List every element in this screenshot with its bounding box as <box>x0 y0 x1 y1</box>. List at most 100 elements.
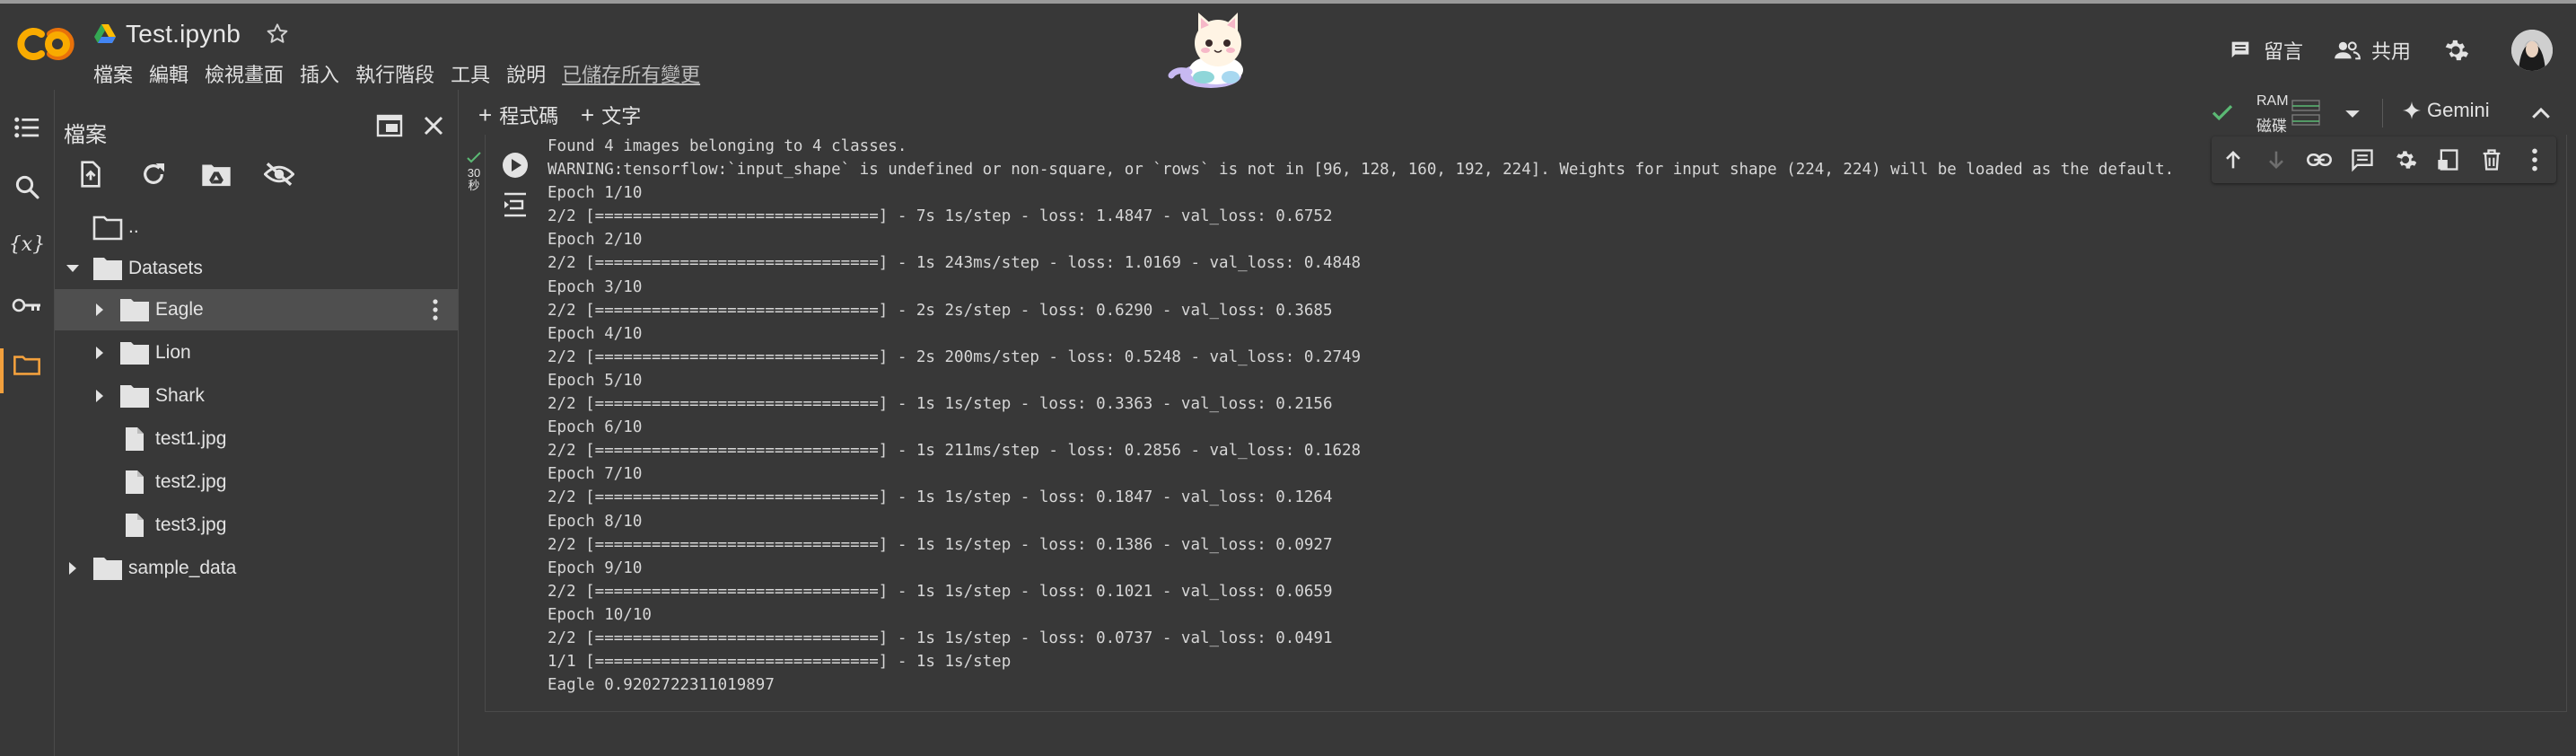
disk-label: 磁碟 <box>2256 118 2287 135</box>
menu-tools[interactable]: 工具 <box>451 59 490 88</box>
add-comment-icon[interactable] <box>2341 138 2384 181</box>
tree-item-label: Shark <box>155 385 205 406</box>
menu-insert[interactable]: 插入 <box>300 59 339 88</box>
output-line: 2/2 [==============================] - 2… <box>548 347 1362 366</box>
resource-meters[interactable] <box>2291 97 2323 129</box>
tree-item-shark[interactable]: Shark <box>55 375 458 417</box>
move-cell-up-icon[interactable] <box>2212 138 2255 181</box>
save-status-link[interactable]: 已儲存所有變更 <box>562 59 700 88</box>
file-toolbar <box>73 156 324 192</box>
cell-action-toolbar <box>2212 136 2556 183</box>
mount-drive-icon[interactable] <box>198 156 234 192</box>
output-line: Epoch 10/10 <box>548 605 652 624</box>
chevron-right-icon[interactable] <box>91 344 109 362</box>
run-cell-button[interactable] <box>499 149 531 181</box>
output-line: Epoch 9/10 <box>548 558 643 577</box>
tree-item-test1[interactable]: test1.jpg <box>55 418 458 460</box>
tree-item-label: Lion <box>155 342 191 363</box>
menu-file[interactable]: 檔案 <box>93 59 133 88</box>
file-icon <box>126 470 144 494</box>
tree-item-test3[interactable]: test3.jpg <box>55 505 458 546</box>
chevron-right-icon[interactable] <box>64 559 82 577</box>
open-in-tab-icon[interactable] <box>2427 138 2470 181</box>
close-icon[interactable] <box>416 108 451 144</box>
menu-runtime[interactable]: 執行階段 <box>355 59 434 88</box>
variables-icon[interactable]: {x} <box>9 226 45 262</box>
tree-item-datasets[interactable]: Datasets <box>55 248 458 289</box>
output-line: 2/2 [==============================] - 1… <box>548 535 1333 554</box>
share-button[interactable]: 共用 <box>2334 36 2411 65</box>
output-line: Epoch 8/10 <box>548 512 643 531</box>
upload-file-icon[interactable] <box>73 156 109 192</box>
file-icon <box>126 514 144 537</box>
move-cell-down-icon[interactable] <box>2255 138 2298 181</box>
search-icon[interactable] <box>9 169 45 205</box>
left-nav-rail: {x} <box>0 90 55 756</box>
open-in-new-window-icon[interactable] <box>371 108 407 144</box>
runtime-dropdown-icon[interactable] <box>2341 102 2364 126</box>
output-line: 1/1 [==============================] - 1… <box>548 653 1012 672</box>
tree-item-eagle[interactable]: Eagle <box>55 289 458 330</box>
table-of-contents-icon[interactable] <box>9 110 45 145</box>
cell-settings-gear-icon[interactable] <box>2384 138 2427 181</box>
link-to-cell-icon[interactable] <box>2298 138 2341 181</box>
menu-view[interactable]: 檢視畫面 <box>205 59 284 88</box>
tree-item-label: Datasets <box>128 258 203 278</box>
user-avatar[interactable] <box>2511 30 2553 71</box>
output-line: Found 4 images belonging to 4 classes. <box>548 137 907 155</box>
app-header: Test.ipynb 檔案 編輯 檢視畫面 插入 執行階段 工具 說明 已儲存所… <box>0 4 2576 90</box>
add-code-cell-button[interactable]: + 程式碼 <box>478 101 558 129</box>
star-icon[interactable] <box>264 21 291 48</box>
output-line: Eagle 0.9202722311019897 <box>548 676 775 695</box>
share-people-icon <box>2335 41 2361 60</box>
chevron-right-icon[interactable] <box>91 387 109 405</box>
add-text-label: 文字 <box>601 105 642 127</box>
more-actions-icon[interactable] <box>2513 138 2556 181</box>
hide-files-icon[interactable] <box>261 156 297 192</box>
tree-item-parent-folder[interactable]: .. <box>55 207 458 248</box>
gemini-button[interactable]: Gemini <box>2402 99 2490 122</box>
tree-item-test2[interactable]: test2.jpg <box>55 462 458 503</box>
collapse-header-icon[interactable] <box>2528 102 2554 126</box>
output-line: 2/2 [==============================] - 2… <box>548 301 1333 320</box>
tree-item-sample-data[interactable]: sample_data <box>55 548 458 589</box>
ram-label: RAM <box>2256 93 2289 109</box>
cat-mascot-image <box>1153 11 1265 92</box>
cell-output: Found 4 images belonging to 4 classes. WA… <box>548 135 2174 697</box>
execution-seconds: 30 <box>467 166 481 180</box>
tree-item-label: sample_data <box>128 558 237 578</box>
delete-cell-icon[interactable] <box>2470 138 2513 181</box>
output-line: 2/2 [==============================] - 1… <box>548 442 1362 461</box>
menu-help[interactable]: 說明 <box>506 59 546 88</box>
add-text-cell-button[interactable]: + 文字 <box>581 101 641 129</box>
more-options-icon[interactable] <box>431 298 440 321</box>
tree-item-label: Eagle <box>155 299 204 320</box>
folder-icon <box>120 299 149 321</box>
comment-label: 留言 <box>2263 40 2303 63</box>
comment-button[interactable]: 留言 <box>2228 36 2303 65</box>
settings-button[interactable] <box>2441 36 2481 65</box>
plus-icon: + <box>581 101 595 128</box>
tree-item-label: test2.jpg <box>155 471 227 492</box>
connected-check-icon[interactable] <box>2208 99 2240 127</box>
output-line: 2/2 [==============================] - 7… <box>548 207 1333 226</box>
refresh-icon[interactable] <box>136 156 171 192</box>
notebook-title[interactable]: Test.ipynb <box>126 20 241 48</box>
folder-icon <box>120 385 149 408</box>
tree-item-lion[interactable]: Lion <box>55 332 458 374</box>
output-actions-icon[interactable] <box>499 189 531 221</box>
file-icon <box>126 427 144 451</box>
sparkle-icon <box>2402 101 2422 120</box>
folder-up-icon <box>92 215 123 241</box>
secrets-key-icon[interactable] <box>9 287 45 323</box>
folder-icon <box>93 258 122 280</box>
execution-time: 30 秒 <box>465 167 483 192</box>
chevron-right-icon[interactable] <box>91 301 109 319</box>
menu-bar: 檔案 編輯 檢視畫面 插入 執行階段 工具 說明 已儲存所有變更 <box>93 59 716 88</box>
chevron-down-icon[interactable] <box>64 259 82 277</box>
colab-logo-icon[interactable] <box>16 23 75 65</box>
files-folder-icon[interactable] <box>9 347 45 382</box>
output-line: Epoch 7/10 <box>548 465 643 484</box>
menu-edit[interactable]: 編輯 <box>149 59 188 88</box>
output-line: Epoch 1/10 <box>548 184 643 203</box>
